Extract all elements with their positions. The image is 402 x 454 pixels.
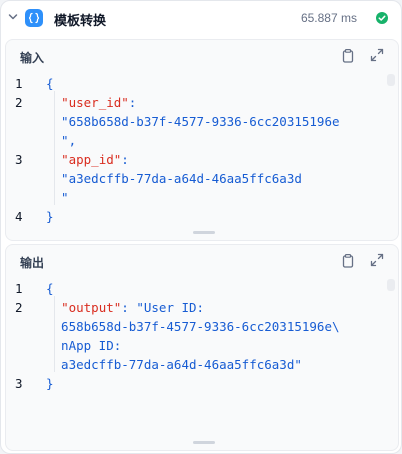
code-token: :	[121, 300, 137, 315]
output-scrollbar[interactable]	[387, 279, 395, 291]
code-token: "	[46, 133, 69, 148]
code-token: a3edcffb-77da-a64d-46aa5ffc6a3d"	[46, 357, 302, 372]
node-run-card: 模板转换 65.887 ms 输入 1{2 "user_id": "658b65…	[0, 0, 402, 454]
input-panel-header: 输入	[6, 40, 398, 72]
line-number: 3	[15, 376, 23, 391]
chevron-down-icon[interactable]	[8, 12, 18, 22]
output-panel: 输出 1 {2 "output": "User ID: 658b658d-b37f…	[5, 244, 399, 451]
expand-icon[interactable]	[370, 48, 384, 62]
code-line: }	[46, 207, 54, 226]
code-line: }	[46, 374, 54, 393]
code-token: "User ID:	[136, 300, 205, 315]
code-line: 658b658d-b37f-4577-9336-6cc20315196e\	[46, 317, 340, 336]
code-line: {	[46, 74, 54, 93]
elapsed-time: 65.887 ms	[300, 11, 357, 25]
code-token: ,	[68, 133, 77, 148]
input-resize-handle[interactable]	[193, 231, 215, 234]
template-transform-icon	[25, 9, 43, 27]
success-check-icon	[376, 12, 388, 24]
output-panel-title: 输出	[20, 256, 45, 270]
output-resize-handle[interactable]	[193, 441, 215, 444]
line-number: 1	[15, 76, 23, 91]
line-number: 3	[15, 152, 23, 167]
code-line: {	[46, 279, 54, 298]
input-panel: 输入 1 {2 "user_id": "658b658d-b37f-4577-93…	[5, 39, 399, 241]
code-line: "a3edcffb-77da-a64d-46aa5ffc6a3d	[46, 169, 302, 188]
expand-icon[interactable]	[370, 253, 384, 267]
code-token: }	[46, 209, 54, 224]
input-scrollbar[interactable]	[387, 74, 395, 86]
code-token: nApp ID:	[46, 338, 122, 353]
line-number: 1	[15, 281, 23, 296]
code-token: :	[128, 95, 137, 110]
code-line: "	[46, 188, 69, 207]
code-line: "app_id":	[46, 150, 129, 169]
line-number: 2	[15, 300, 23, 315]
output-panel-header: 输出	[6, 245, 398, 277]
code-token: "	[46, 190, 69, 205]
code-line: "user_id":	[46, 93, 136, 112]
input-panel-title: 输入	[20, 51, 45, 65]
code-token: {	[46, 281, 54, 296]
code-token: "a3edcffb-77da-a64d-46aa5ffc6a3d	[46, 171, 302, 186]
code-line: nApp ID:	[46, 336, 121, 355]
code-token: }	[46, 376, 54, 391]
line-number: 4	[15, 209, 23, 224]
clipboard-icon[interactable]	[340, 48, 356, 64]
code-token: "output"	[61, 300, 122, 315]
code-line: a3edcffb-77da-a64d-46aa5ffc6a3d"	[46, 355, 302, 374]
clipboard-icon[interactable]	[340, 253, 356, 269]
line-number: 2	[15, 95, 23, 110]
code-token: :	[121, 152, 129, 167]
node-title: 模板转换	[54, 13, 107, 28]
code-token: {	[46, 76, 54, 91]
code-line: "output": "User ID:	[46, 298, 204, 317]
code-line: "658b658d-b37f-4577-9336-6cc20315196e	[46, 112, 340, 131]
node-header[interactable]: 模板转换 65.887 ms	[1, 1, 401, 35]
code-token: "app_id"	[61, 152, 122, 167]
code-token: "user_id"	[61, 95, 129, 110]
code-token: "658b658d-b37f-4577-9336-6cc20315196e	[46, 114, 340, 129]
code-token: 658b658d-b37f-4577-9336-6cc20315196e\	[46, 319, 340, 334]
code-line: ",	[46, 131, 76, 150]
